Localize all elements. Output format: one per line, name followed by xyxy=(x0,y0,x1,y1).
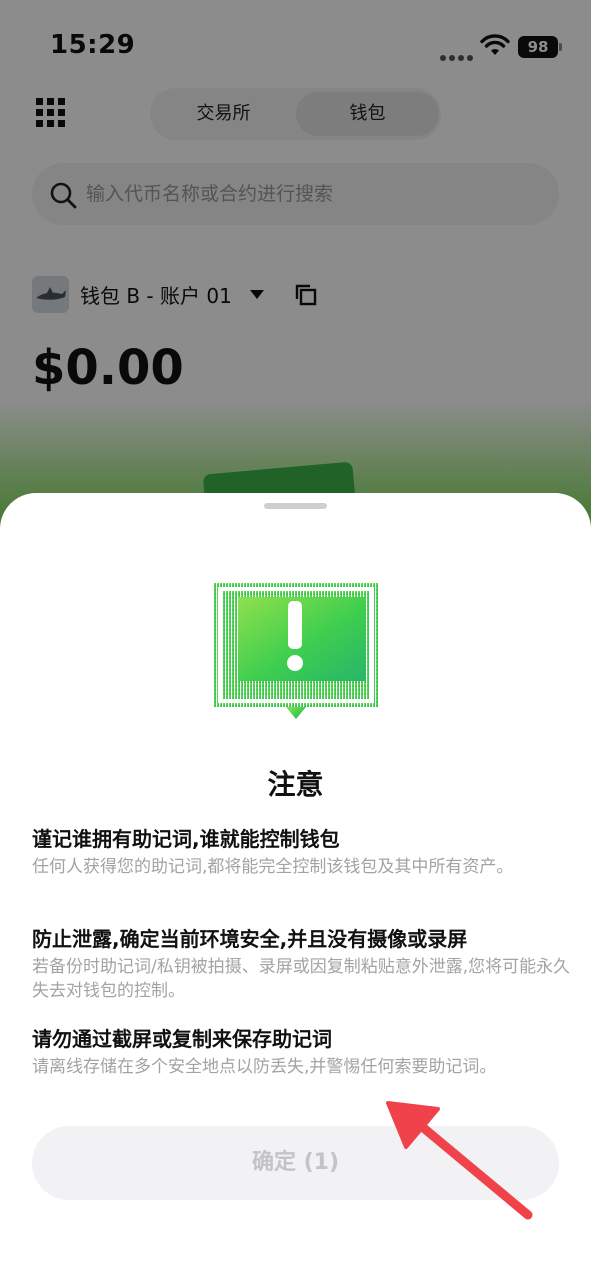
warning-item-desc: 若备份时助记词/私钥被拍摄、录屏或因复制粘贴意外泄露,您将可能永久失去对钱包的控… xyxy=(32,957,571,1001)
sheet-title: 注意 xyxy=(267,768,324,801)
warning-item-desc: 请离线存储在多个安全地点以防丢失,并警惕任何索要助记词。 xyxy=(32,1057,497,1077)
sheet-drag-handle[interactable] xyxy=(264,503,327,509)
warning-item-desc: 任何人获得您的助记词,都将能完全控制该钱包及其中所有资产。 xyxy=(32,857,514,877)
warning-item-title: 防止泄露,确定当前环境安全,并且没有摄像或录屏 xyxy=(32,927,468,951)
warning-item-title: 请勿通过截屏或复制来保存助记词 xyxy=(32,1027,332,1051)
annotation-arrow-icon xyxy=(386,1101,533,1220)
warning-item: 谨记谁拥有助记词,谁就能控制钱包 任何人获得您的助记词,都将能完全控制该钱包及其… xyxy=(32,825,572,879)
warning-item: 防止泄露,确定当前环境安全,并且没有摄像或录屏 若备份时助记词/私钥被拍摄、录屏… xyxy=(32,925,572,1003)
warning-illustration xyxy=(214,583,378,719)
warning-item: 请勿通过截屏或复制来保存助记词 请离线存储在多个安全地点以防丢失,并警惕任何索要… xyxy=(32,1025,572,1079)
warning-item-title: 谨记谁拥有助记词,谁就能控制钱包 xyxy=(32,827,340,851)
